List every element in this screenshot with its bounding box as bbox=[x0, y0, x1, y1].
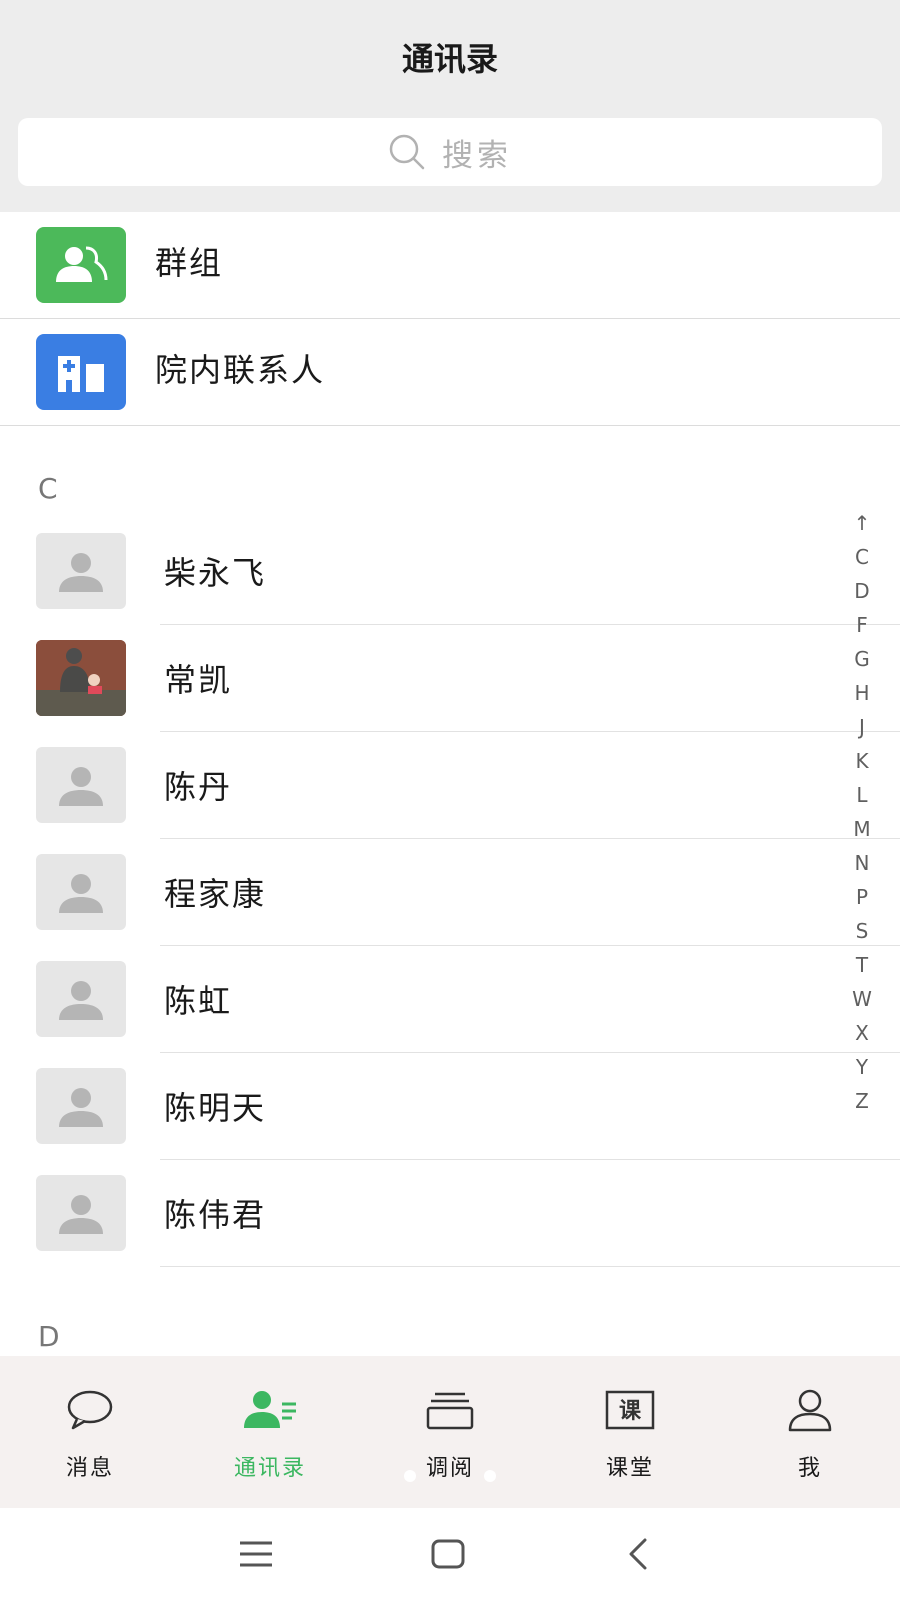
contacts-icon bbox=[242, 1386, 298, 1434]
group-entry[interactable]: 群组 bbox=[0, 212, 900, 319]
index-letter[interactable]: X bbox=[842, 1016, 882, 1050]
contact-name: 柴永飞 bbox=[164, 554, 267, 592]
index-letter[interactable]: T bbox=[842, 948, 882, 982]
contact-name: 陈虹 bbox=[164, 982, 233, 1020]
contact-row[interactable]: 陈虹 bbox=[0, 946, 900, 1053]
index-letter[interactable]: D bbox=[842, 574, 882, 608]
search-icon bbox=[389, 134, 425, 170]
index-letter[interactable]: C bbox=[842, 540, 882, 574]
index-letter[interactable]: K bbox=[842, 744, 882, 778]
index-letter[interactable]: P bbox=[842, 880, 882, 914]
index-top-arrow[interactable]: ↑ bbox=[842, 506, 882, 540]
page-title: 通讯录 bbox=[401, 40, 498, 78]
index-letter[interactable]: H bbox=[842, 676, 882, 710]
menu-icon[interactable] bbox=[226, 1528, 286, 1580]
group-label: 群组 bbox=[155, 244, 224, 282]
chat-bubble-icon bbox=[65, 1386, 115, 1434]
index-letter[interactable]: N bbox=[842, 846, 882, 880]
contact-name: 常凯 bbox=[164, 661, 233, 699]
bottom-tab-bar: 消息 通讯录 调阅 课 课堂 我 bbox=[0, 1356, 900, 1508]
tab-label: 调阅 bbox=[425, 1456, 474, 1481]
hospital-contacts-label: 院内联系人 bbox=[155, 351, 326, 389]
index-letter[interactable]: Y bbox=[842, 1050, 882, 1084]
tab-label: 我 bbox=[797, 1456, 822, 1481]
divider bbox=[160, 1266, 900, 1267]
default-avatar-icon bbox=[36, 854, 126, 930]
tab-review[interactable]: 调阅 bbox=[360, 1356, 540, 1508]
system-navigation-bar bbox=[0, 1508, 900, 1600]
default-avatar-icon bbox=[36, 1068, 126, 1144]
contact-row[interactable]: 常凯 bbox=[0, 625, 900, 732]
tab-contacts[interactable]: 通讯录 bbox=[180, 1356, 360, 1508]
contact-name: 陈丹 bbox=[164, 768, 233, 806]
tab-label: 消息 bbox=[65, 1456, 114, 1481]
tab-messages[interactable]: 消息 bbox=[0, 1356, 180, 1508]
contact-row[interactable]: 程家康 bbox=[0, 839, 900, 946]
header: 通讯录 搜索 bbox=[0, 0, 900, 214]
page-dot bbox=[484, 1470, 496, 1482]
contact-row[interactable]: 柴永飞 bbox=[0, 518, 900, 625]
home-icon[interactable] bbox=[418, 1528, 478, 1580]
tab-me[interactable]: 我 bbox=[720, 1356, 900, 1508]
classroom-icon: 课 bbox=[605, 1386, 655, 1434]
search-input[interactable]: 搜索 bbox=[18, 118, 882, 186]
index-letter[interactable]: M bbox=[842, 812, 882, 846]
section-header-c: C bbox=[38, 472, 58, 505]
alphabet-index-bar[interactable]: ↑ C D F G H J K L M N P S T W X Y Z bbox=[842, 506, 882, 1118]
hospital-contacts-entry[interactable]: 院内联系人 bbox=[0, 319, 900, 426]
page-dot bbox=[404, 1470, 416, 1482]
hospital-icon bbox=[36, 334, 126, 410]
contact-name: 程家康 bbox=[164, 875, 267, 913]
contact-row[interactable]: 陈伟君 bbox=[0, 1160, 900, 1267]
index-letter[interactable]: L bbox=[842, 778, 882, 812]
search-placeholder: 搜索 bbox=[442, 137, 512, 174]
tab-classroom[interactable]: 课 课堂 bbox=[540, 1356, 720, 1508]
section-header-d: D bbox=[38, 1320, 60, 1353]
tab-label: 课堂 bbox=[605, 1456, 654, 1481]
index-letter[interactable]: J bbox=[842, 710, 882, 744]
svg-text:课: 课 bbox=[619, 1399, 642, 1424]
contact-name: 陈伟君 bbox=[164, 1196, 267, 1234]
index-letter[interactable]: F bbox=[842, 608, 882, 642]
index-letter[interactable]: Z bbox=[842, 1084, 882, 1118]
default-avatar-icon bbox=[36, 961, 126, 1037]
contact-row[interactable]: 陈丹 bbox=[0, 732, 900, 839]
default-avatar-icon bbox=[36, 1175, 126, 1251]
stack-icon bbox=[425, 1386, 475, 1434]
tab-label: 通讯录 bbox=[233, 1456, 306, 1481]
back-icon[interactable] bbox=[608, 1528, 668, 1580]
index-letter[interactable]: G bbox=[842, 642, 882, 676]
contact-row[interactable]: 陈明天 bbox=[0, 1053, 900, 1160]
index-letter[interactable]: S bbox=[842, 914, 882, 948]
default-avatar-icon bbox=[36, 747, 126, 823]
photo-avatar bbox=[36, 640, 126, 716]
index-letter[interactable]: W bbox=[842, 982, 882, 1016]
person-icon bbox=[786, 1386, 834, 1434]
default-avatar-icon bbox=[36, 533, 126, 609]
contact-name: 陈明天 bbox=[164, 1089, 267, 1127]
group-icon bbox=[36, 227, 126, 303]
